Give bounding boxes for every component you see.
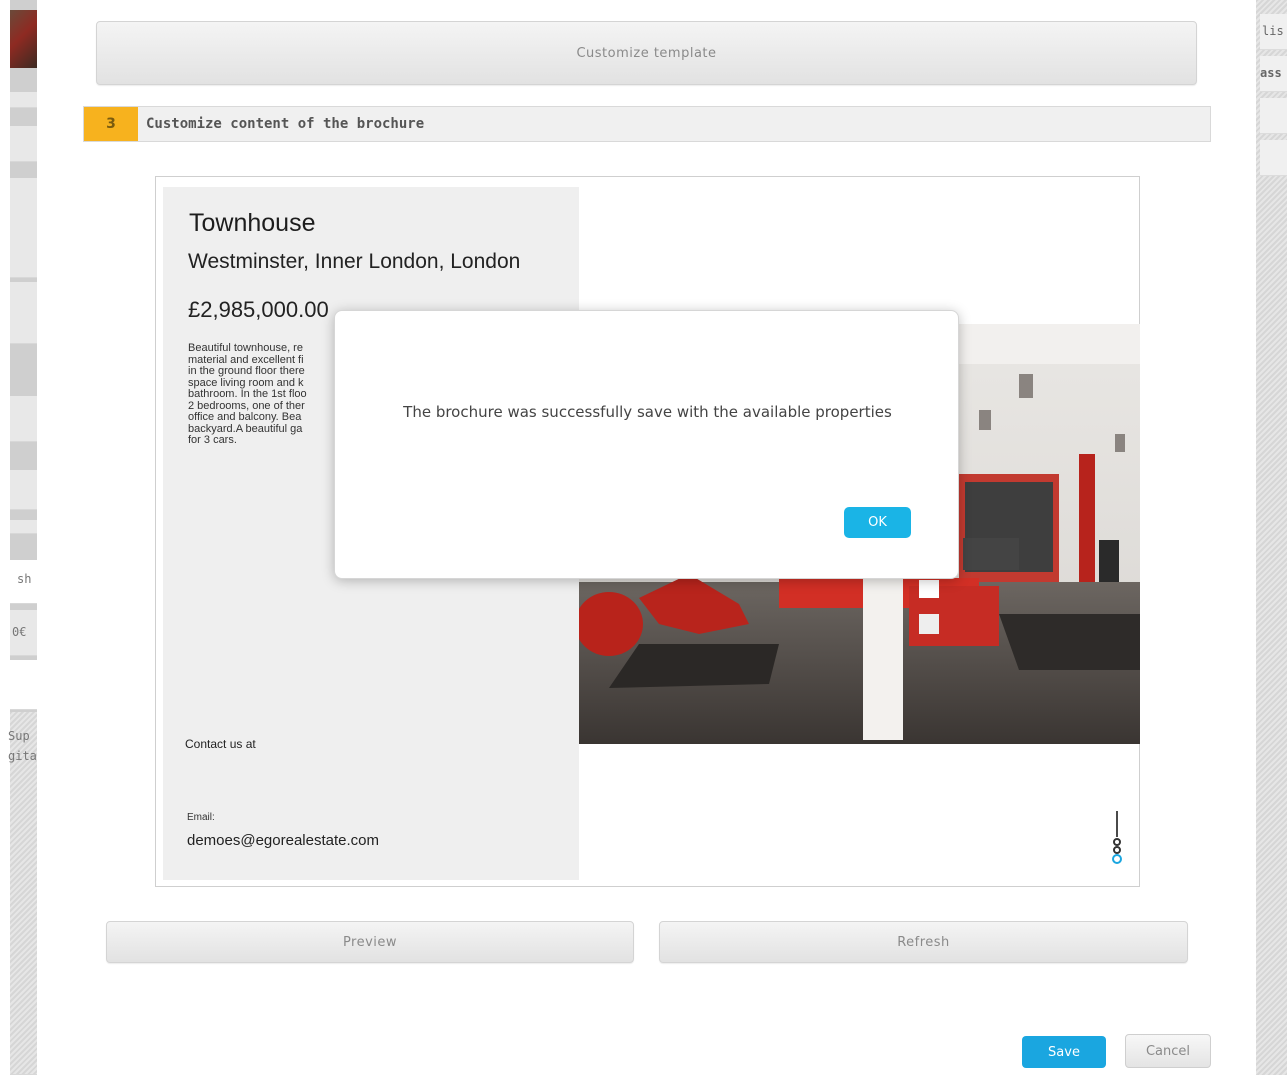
step-number-badge: 3 [84,107,138,141]
save-button[interactable]: Save [1022,1036,1106,1068]
left-margin [0,0,10,1075]
thumbnail-image [10,10,37,68]
property-price: £2,985,000.00 [188,297,329,322]
email-label: Email: [187,812,215,823]
step-title: Customize content of the brochure [146,116,425,132]
contact-label: Contact us at [185,737,256,751]
left-snippet: Sup [8,729,30,743]
property-location: Westminster, Inner London, London [188,250,521,273]
dialog-message: The brochure was successfully save with … [403,403,892,421]
customize-template-label: Customize template [576,45,717,61]
right-snippet: ass [1260,66,1282,80]
preview-label: Preview [342,934,398,950]
left-snippet: sh [17,572,32,586]
left-row [10,660,37,710]
left-row [10,92,37,108]
ok-label: OK [868,515,887,530]
refresh-label: Refresh [897,934,950,950]
ok-button[interactable]: OK [844,507,911,538]
success-dialog: The brochure was successfully save with … [334,310,959,579]
left-row [10,520,37,534]
left-snippet: gita [8,749,37,763]
step-header: 3 Customize content of the brochure [83,106,1211,142]
right-row [1260,98,1287,134]
app-root: sh 0€ Sup gita lis ass Customize templat… [0,0,1287,1075]
email-address: demoes@egorealestate.com [187,832,379,849]
refresh-button[interactable]: Refresh [659,921,1188,963]
left-row [10,712,37,1075]
right-row [1260,140,1287,176]
property-title: Townhouse [189,209,316,237]
left-row [10,470,37,510]
left-row [10,396,37,442]
left-row [10,282,37,344]
preview-button[interactable]: Preview [106,921,634,963]
right-snippet: lis [1262,24,1284,38]
left-row [10,126,37,162]
right-background-panel: lis ass [1256,0,1287,1075]
left-snippet: 0€ [12,625,27,639]
customize-template-button[interactable]: Customize template [96,21,1197,85]
left-background-panel: sh 0€ Sup gita [8,0,37,1075]
left-row [10,178,37,278]
ego-logo-icon [1112,811,1122,864]
cancel-label: Cancel [1145,1043,1191,1059]
cancel-button[interactable]: Cancel [1125,1034,1211,1068]
save-label: Save [1048,1044,1080,1060]
